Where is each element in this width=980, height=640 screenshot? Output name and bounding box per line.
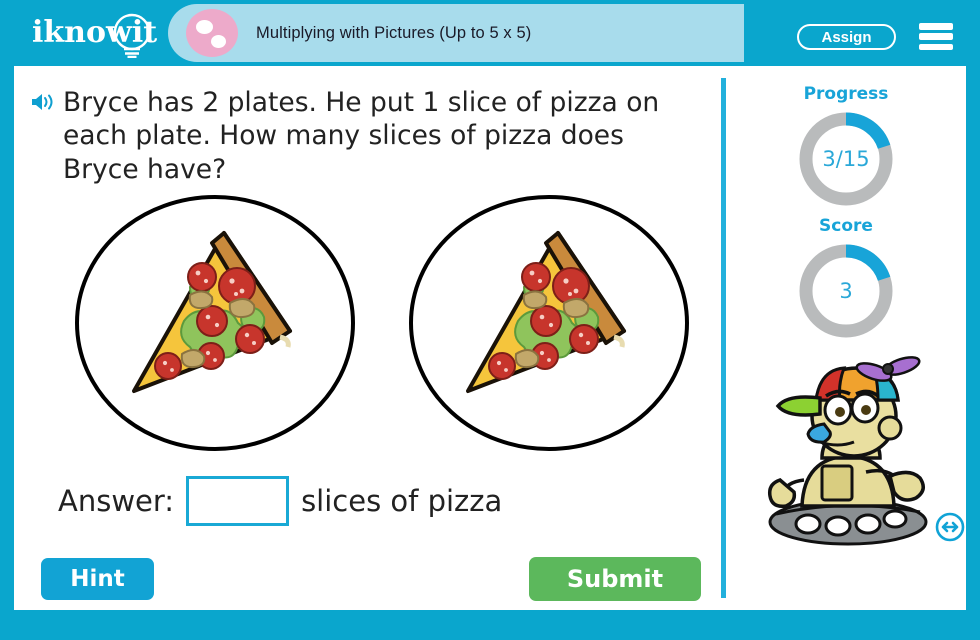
robot-mascot-icon [750,354,946,554]
content-panel: Bryce has 2 plates. He put 1 slice of pi… [14,66,966,610]
score-value: 3 [839,279,853,303]
question-area: Bryce has 2 plates. He put 1 slice of pi… [30,86,700,186]
progress-label: Progress [803,84,889,104]
plate-item [72,191,358,456]
progress-value: 3/15 [822,147,870,171]
score-label: Score [819,216,873,236]
progress-meter: Progress 3/15 [726,84,966,210]
answer-unit-label: slices of pizza [301,484,503,518]
lesson-title-pill: Multiplying with Pictures (Up to 5 x 5) [168,4,744,62]
answer-row: Answer: slices of pizza [58,476,502,526]
svg-text:iknowit: iknowit [32,15,157,50]
app-header: iknowit Multiplying with Pictures (Up to… [0,0,980,66]
score-meter: Score 3 [726,216,966,342]
question-text: Bryce has 2 plates. He put 1 slice of pi… [63,87,660,185]
plate-item [406,191,692,456]
lesson-title: Multiplying with Pictures (Up to 5 x 5) [256,23,532,42]
plates-illustration [72,191,692,456]
answer-label: Answer: [58,484,175,518]
hamburger-menu-icon[interactable] [919,23,953,50]
score-ring: 3 [795,240,897,342]
brand-logo[interactable]: iknowit [28,12,168,58]
assign-button[interactable]: Assign [797,24,896,50]
answer-input[interactable] [186,476,290,526]
two-dots-circle-icon [186,9,238,57]
app-root: iknowit Multiplying with Pictures (Up to… [0,0,980,640]
status-sidebar: Progress 3/15 Score 3 [726,66,966,610]
speaker-icon[interactable] [30,91,56,118]
submit-button[interactable]: Submit [529,557,701,601]
hint-button[interactable]: Hint [41,558,154,600]
left-right-arrows-icon[interactable] [935,512,965,542]
progress-ring: 3/15 [795,108,897,210]
